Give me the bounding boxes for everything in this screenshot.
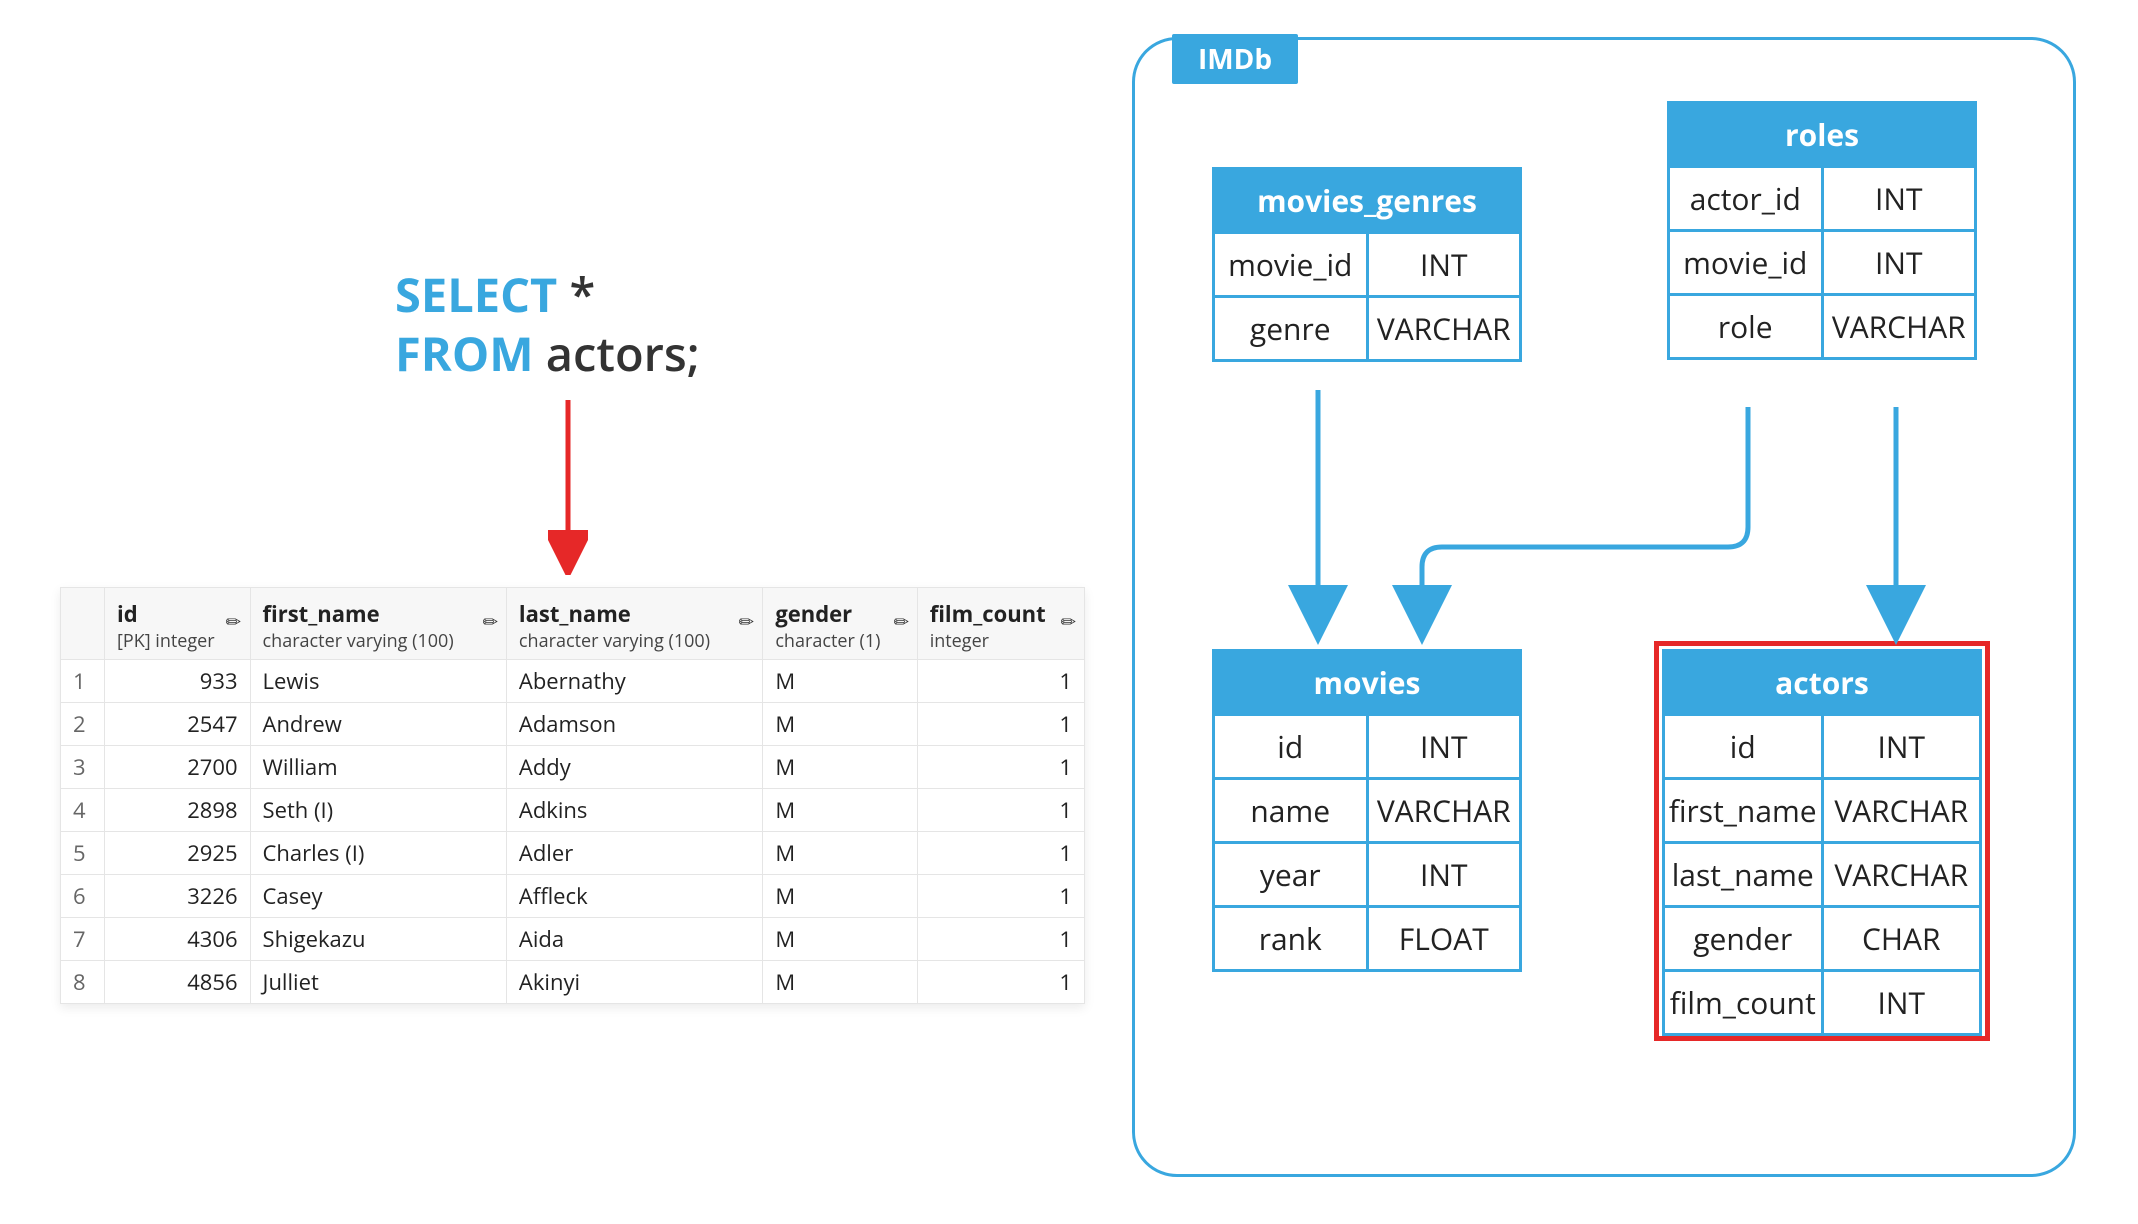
table-row: 84856JullietAkinyiM1 [61,961,1085,1004]
column-name: first_name [263,599,494,629]
cell: 4856 [105,961,251,1004]
table-row: 74306ShigekazuAidaM1 [61,918,1085,961]
cell: M [763,703,917,746]
cell: Akinyi [506,961,762,1004]
cell: 4306 [105,918,251,961]
result-table: id[PK] integer✎first_namecharacter varyi… [60,587,1085,1004]
column-name: last_name [519,599,750,629]
relationship-arrows [1132,37,2076,1177]
cell: Adamson [506,703,762,746]
cell: 2547 [105,703,251,746]
column-header: gendercharacter (1)✎ [763,588,917,660]
cell: 1 [917,918,1084,961]
cell: Aida [506,918,762,961]
cell: Shigekazu [250,918,506,961]
schema-diagram: IMDb movies_genres movie_idINTgenreVARCH… [1132,37,2076,1177]
cell: M [763,832,917,875]
cell: 1 [917,961,1084,1004]
cell: M [763,918,917,961]
table-row: 42898Seth (I)AdkinsM1 [61,789,1085,832]
keyword-from: FROM [395,321,534,385]
column-type: character varying (100) [519,629,750,653]
cell: Casey [250,875,506,918]
cell: 2898 [105,789,251,832]
cell: 3226 [105,875,251,918]
cell: Charles (I) [250,832,506,875]
result-table-head: id[PK] integer✎first_namecharacter varyi… [61,588,1085,660]
row-index: 6 [61,875,105,918]
column-type: integer [930,629,1072,653]
column-name: id [117,599,238,629]
column-type: [PK] integer [117,629,238,653]
row-index: 1 [61,660,105,703]
column-header: last_namecharacter varying (100)✎ [506,588,762,660]
cell: Julliet [250,961,506,1004]
cell: 1 [917,875,1084,918]
cell: 933 [105,660,251,703]
arrow-roles-movies [1422,407,1748,635]
table-row: 22547AndrewAdamsonM1 [61,703,1085,746]
column-header: first_namecharacter varying (100)✎ [250,588,506,660]
cell: M [763,961,917,1004]
table-row: 32700WilliamAddyM1 [61,746,1085,789]
cell: 1 [917,746,1084,789]
cell: 1 [917,703,1084,746]
sql-query: SELECT * FROM actors; [395,265,700,383]
row-index: 5 [61,832,105,875]
sql-table: actors; [546,321,700,385]
sql-star: * [569,262,595,326]
cell: 2925 [105,832,251,875]
cell: 1 [917,832,1084,875]
row-index: 4 [61,789,105,832]
row-index: 3 [61,746,105,789]
row-index: 2 [61,703,105,746]
cell: M [763,875,917,918]
cell: Addy [506,746,762,789]
row-index: 7 [61,918,105,961]
cell: Abernathy [506,660,762,703]
result-table-body: 1933LewisAbernathyM122547AndrewAdamsonM1… [61,660,1085,1004]
corner-cell [61,588,105,660]
row-index: 8 [61,961,105,1004]
query-to-result-arrow [548,400,588,575]
cell: Adkins [506,789,762,832]
cell: Andrew [250,703,506,746]
table-row: 1933LewisAbernathyM1 [61,660,1085,703]
column-name: film_count [930,599,1072,629]
column-type: character varying (100) [263,629,494,653]
cell: Seth (I) [250,789,506,832]
cell: William [250,746,506,789]
cell: 1 [917,789,1084,832]
cell: 2700 [105,746,251,789]
cell: Lewis [250,660,506,703]
cell: M [763,789,917,832]
cell: M [763,660,917,703]
column-header: id[PK] integer✎ [105,588,251,660]
column-header: film_countinteger✎ [917,588,1084,660]
keyword-select: SELECT [395,262,557,326]
cell: M [763,746,917,789]
table-row: 63226CaseyAffleckM1 [61,875,1085,918]
column-name: gender [775,599,904,629]
cell: 1 [917,660,1084,703]
cell: Adler [506,832,762,875]
cell: Affleck [506,875,762,918]
column-type: character (1) [775,629,904,653]
table-row: 52925Charles (I)AdlerM1 [61,832,1085,875]
